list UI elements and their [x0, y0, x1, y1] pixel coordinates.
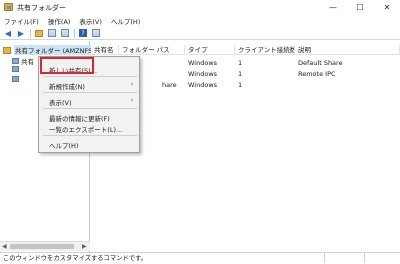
- toolbar: ◀ ▶ ?: [0, 27, 400, 40]
- tree-horizontal-scrollbar[interactable]: ◀ ▶: [0, 241, 90, 251]
- tree-item-open-files[interactable]: [12, 76, 21, 82]
- cell-description: Remote IPC: [298, 70, 336, 78]
- menu-item-view[interactable]: 表示(V): [49, 97, 72, 107]
- open-files-folder-icon: [12, 76, 19, 82]
- toolbar-separator: [30, 28, 31, 38]
- cell-type: Windows: [188, 81, 218, 89]
- tree-item-sessions[interactable]: [12, 66, 21, 72]
- menu-item-export-list[interactable]: 一覧のエクスポート(L)...: [49, 124, 122, 134]
- cell-type: Windows: [188, 59, 218, 67]
- column-folder-path[interactable]: フォルダー パス: [119, 45, 185, 55]
- column-share-name[interactable]: 共有名: [91, 45, 119, 55]
- tree-root-label: 共有フォルダー (AMZNFSX: [14, 45, 98, 55]
- status-bar-divider: [324, 253, 325, 263]
- properties-icon[interactable]: [47, 28, 57, 38]
- cell-description: [295, 80, 400, 90]
- show-hide-tree-icon[interactable]: [60, 28, 70, 38]
- shared-folders-app-icon: [4, 3, 13, 11]
- tree-item-label: 共有: [21, 58, 34, 66]
- maximize-button[interactable]: ☐: [347, 0, 373, 15]
- list-header: 共有名 フォルダー パス タイプ クライアント接続数 説明: [91, 45, 400, 55]
- up-folder-icon[interactable]: [34, 28, 44, 38]
- scroll-left-icon[interactable]: ◀: [2, 243, 7, 250]
- cell-clients: 1: [238, 59, 243, 67]
- column-description[interactable]: 説明: [295, 45, 400, 55]
- help-icon[interactable]: ?: [78, 28, 88, 38]
- forward-arrow-icon[interactable]: ▶: [16, 28, 26, 38]
- tree-item-shares[interactable]: 共有: [12, 56, 34, 66]
- menu-help[interactable]: ヘルプ(H): [111, 16, 140, 26]
- menu-separator: [43, 108, 137, 109]
- title-bar: 共有フォルダー — ☐ ✕: [0, 0, 400, 15]
- shared-folders-window: 共有フォルダー — ☐ ✕ ファイル(F) 操作(A) 表示(V) ヘルプ(H)…: [0, 0, 400, 264]
- cell-clients: 1: [238, 70, 243, 78]
- tree-root-shared-folders[interactable]: 共有フォルダー (AMZNFSX: [3, 45, 98, 55]
- menu-separator: [43, 76, 137, 77]
- cell-clients: 1: [238, 81, 243, 89]
- submenu-arrow-icon: ›: [131, 81, 134, 88]
- menu-view[interactable]: 表示(V): [79, 16, 102, 26]
- column-type[interactable]: タイプ: [185, 45, 235, 55]
- sessions-folder-icon: [12, 66, 19, 72]
- menu-file[interactable]: ファイル(F): [4, 16, 39, 26]
- menu-action[interactable]: 操作(A): [48, 16, 71, 26]
- new-share-highlight: [40, 57, 94, 74]
- menu-separator: [43, 92, 137, 93]
- menu-item-help[interactable]: ヘルプ(H): [49, 140, 78, 150]
- menu-item-refresh[interactable]: 最新の情報に更新(F): [49, 113, 110, 123]
- menu-item-new[interactable]: 新規作成(N): [49, 81, 85, 91]
- minimize-button[interactable]: —: [320, 0, 346, 15]
- scroll-right-icon[interactable]: ▶: [82, 243, 87, 250]
- cell-description: Default Share: [298, 59, 343, 67]
- menu-separator: [43, 135, 137, 136]
- status-bar: このウィンドウをカスタマイズするコマンドです。: [0, 252, 400, 264]
- toolbar-separator: [74, 28, 75, 38]
- submenu-arrow-icon: ›: [131, 97, 134, 104]
- menu-bar: ファイル(F) 操作(A) 表示(V) ヘルプ(H): [0, 15, 400, 27]
- status-bar-divider: [364, 253, 365, 263]
- folder-icon: [3, 46, 11, 54]
- close-button[interactable]: ✕: [374, 0, 400, 15]
- export-list-icon[interactable]: [91, 28, 101, 38]
- scrollbar-thumb[interactable]: [10, 244, 74, 249]
- column-client-connections[interactable]: クライアント接続数: [235, 45, 295, 55]
- back-arrow-icon[interactable]: ◀: [3, 28, 13, 38]
- shares-folder-icon: [12, 58, 19, 64]
- cell-type: Windows: [188, 70, 218, 78]
- window-title: 共有フォルダー: [17, 4, 66, 12]
